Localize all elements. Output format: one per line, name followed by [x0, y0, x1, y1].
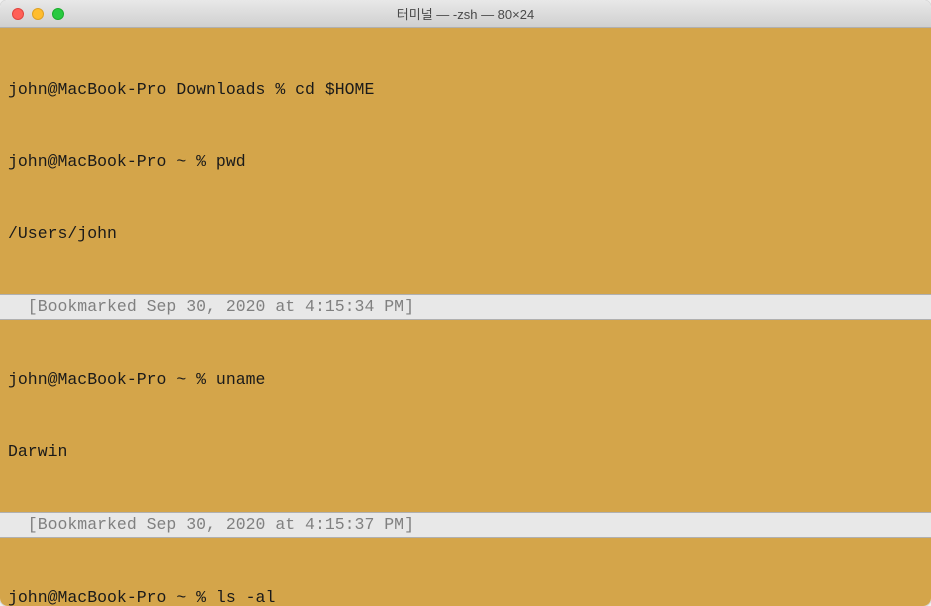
zoom-button[interactable]: [52, 8, 64, 20]
terminal-line: john@MacBook-Pro Downloads % cd $HOME: [8, 78, 923, 102]
terminal-line: /Users/john: [8, 222, 923, 246]
window-title: 터미널 — -zsh — 80×24: [0, 4, 931, 23]
terminal-line: john@MacBook-Pro ~ % pwd: [8, 150, 923, 174]
terminal-window: 터미널 — -zsh — 80×24 john@MacBook-Pro Down…: [0, 0, 931, 606]
close-button[interactable]: [12, 8, 24, 20]
terminal-content[interactable]: john@MacBook-Pro Downloads % cd $HOME jo…: [0, 28, 931, 606]
terminal-line: john@MacBook-Pro ~ % uname: [8, 368, 923, 392]
bookmark-line: [Bookmarked Sep 30, 2020 at 4:15:37 PM]: [0, 512, 931, 538]
terminal-line: Darwin: [8, 440, 923, 464]
bookmark-line: [Bookmarked Sep 30, 2020 at 4:15:34 PM]: [0, 294, 931, 320]
minimize-button[interactable]: [32, 8, 44, 20]
titlebar[interactable]: 터미널 — -zsh — 80×24: [0, 0, 931, 28]
terminal-line: john@MacBook-Pro ~ % ls -al: [8, 586, 923, 606]
traffic-lights: [0, 8, 64, 20]
